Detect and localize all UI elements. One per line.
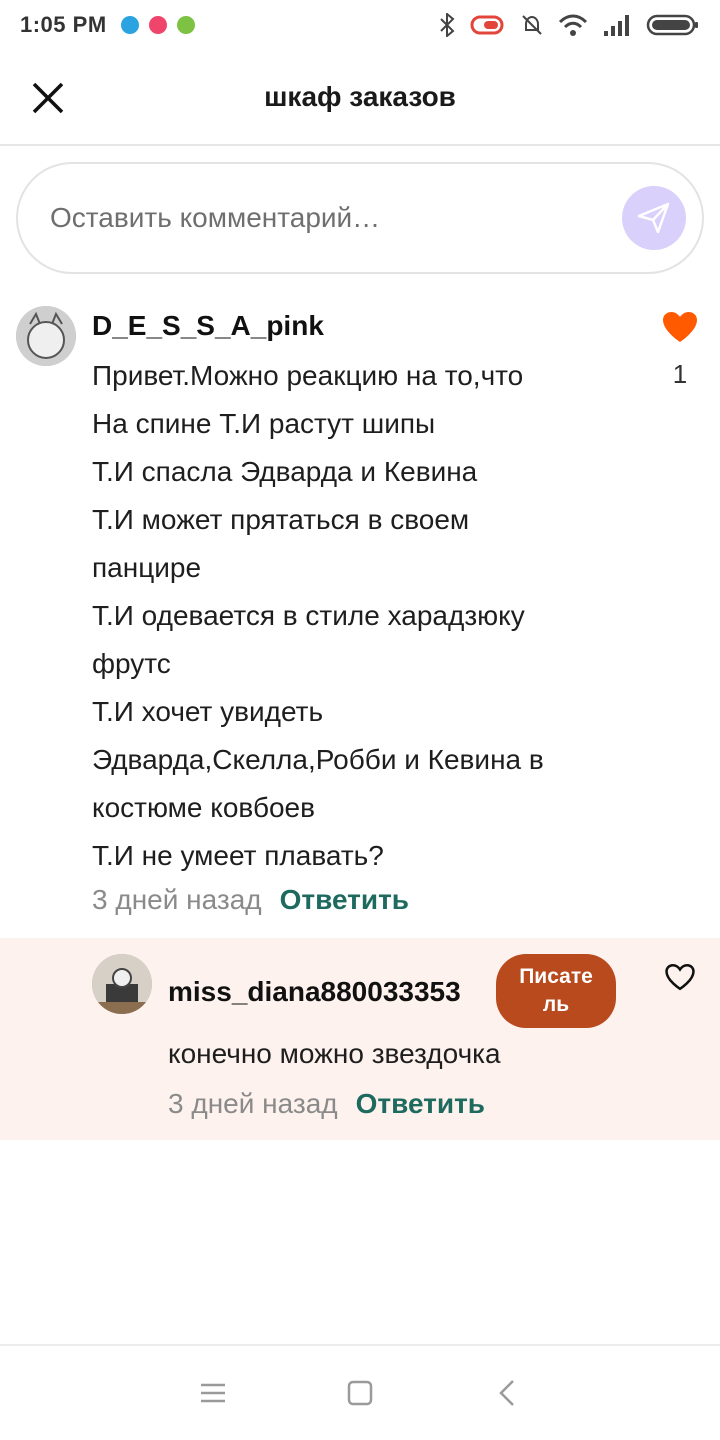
status-bar: 1:05 PM bbox=[0, 0, 720, 50]
telegram-icon bbox=[120, 16, 139, 34]
status-left-icons bbox=[120, 16, 195, 34]
comment-line: Т.И не умеет плавать? bbox=[92, 840, 384, 871]
reply-username[interactable]: miss_diana880033353 bbox=[168, 976, 461, 1008]
avatar[interactable] bbox=[16, 306, 76, 366]
reply-item: miss_diana880033353 Писате ль конечно мо… bbox=[0, 938, 720, 1140]
bluetooth-icon bbox=[440, 13, 455, 37]
menu-button[interactable] bbox=[193, 1373, 233, 1413]
comment-line: Эдварда,Скелла,Робби и Кевина в bbox=[92, 744, 544, 775]
comment-time: 3 дней назад bbox=[92, 884, 262, 915]
mute-icon bbox=[522, 15, 542, 35]
close-icon bbox=[32, 82, 64, 114]
page-title: шкаф заказов bbox=[264, 81, 456, 112]
comment-line: костюме ковбоев bbox=[92, 792, 316, 823]
wifi-icon bbox=[558, 14, 588, 36]
comment-meta: 3 дней назад Ответить bbox=[92, 884, 409, 916]
close-button[interactable] bbox=[28, 78, 68, 118]
send-button[interactable] bbox=[622, 186, 686, 250]
avatar-image bbox=[16, 306, 76, 366]
comment-line: Т.И может прятаться в своем bbox=[92, 504, 470, 535]
comment-input[interactable] bbox=[50, 202, 622, 234]
avatar-image bbox=[92, 954, 152, 1014]
comment-input-box bbox=[16, 162, 704, 274]
reply-button[interactable]: Ответить bbox=[356, 1088, 485, 1120]
header: шкаф заказов bbox=[0, 50, 720, 146]
battery-saver-icon bbox=[470, 15, 504, 35]
status-right-icons bbox=[438, 13, 700, 37]
comment-line: Т.И одевается в стиле харадзюку bbox=[92, 600, 525, 631]
like-control: 1 bbox=[660, 310, 700, 390]
send-icon bbox=[637, 202, 670, 234]
reply-time: 3 дней назад bbox=[168, 1088, 338, 1119]
avatar[interactable] bbox=[92, 954, 152, 1014]
heart-filled-icon[interactable] bbox=[661, 310, 699, 344]
comment-username[interactable]: D_E_S_S_A_pink bbox=[92, 310, 324, 342]
android-icon bbox=[176, 16, 195, 34]
music-icon bbox=[148, 16, 167, 34]
signal-icon bbox=[604, 15, 629, 36]
comment-text: Привет.Можно реакцию на то,что На спине … bbox=[92, 352, 612, 880]
home-square-icon bbox=[347, 1380, 373, 1406]
heart-outline-icon bbox=[665, 963, 695, 991]
comment-line: панцире bbox=[92, 552, 202, 583]
comment-line: фрутс bbox=[92, 648, 171, 679]
status-time: 1:05 PM bbox=[20, 12, 107, 37]
back-button[interactable] bbox=[487, 1373, 527, 1413]
like-button[interactable] bbox=[664, 962, 696, 994]
reply-button[interactable]: Ответить bbox=[280, 884, 409, 916]
home-button[interactable] bbox=[340, 1373, 380, 1413]
back-icon bbox=[498, 1380, 514, 1406]
like-count: 1 bbox=[672, 359, 688, 389]
menu-icon bbox=[201, 1383, 226, 1403]
system-nav-bar bbox=[0, 1344, 720, 1440]
battery-icon bbox=[646, 14, 698, 36]
reply-text: конечно можно звездочка bbox=[168, 1038, 501, 1069]
comment-line: Т.И хочет увидеть bbox=[92, 696, 324, 727]
writer-badge: Писате ль bbox=[496, 954, 616, 1028]
comment-line: На спине Т.И растут шипы bbox=[92, 408, 436, 439]
comment-line: Т.И спасла Эдварда и Кевина bbox=[92, 456, 478, 487]
comment-line: Привет.Можно реакцию на то,что bbox=[92, 360, 524, 391]
reply-meta: 3 дней назад Ответить bbox=[168, 1088, 485, 1120]
